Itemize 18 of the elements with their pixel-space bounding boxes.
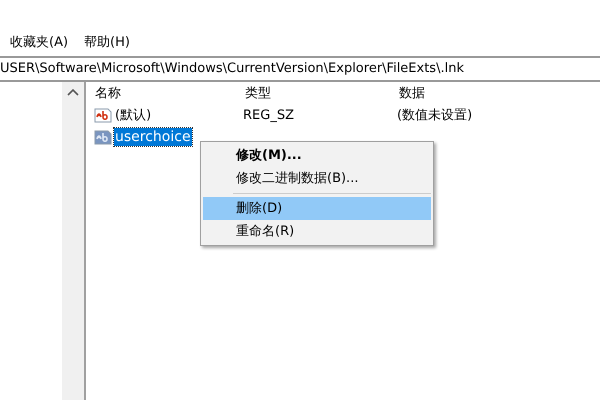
menu-item[interactable]: 收藏夹(A) [4,30,74,54]
column-header[interactable]: 数据 [398,83,426,103]
column-header[interactable]: 类型 [244,83,398,103]
scrollbar[interactable] [62,82,86,400]
address-field[interactable]: USER\Software\Microsoft\Windows\CurrentVersion\Explorer\FileExts\.lnk [0,58,600,80]
menu-item[interactable]: 帮助(H) [78,30,136,54]
column-header[interactable]: 名称 [94,83,244,103]
string-value-icon [94,107,112,123]
scroll-up-icon[interactable] [67,88,79,96]
value-name[interactable]: userchoice [114,128,192,146]
value-type: REG_SZ [242,106,295,124]
menu-item[interactable]: 删除(D) [203,197,431,220]
string-value-icon [94,129,112,145]
menu-item[interactable]: 修改二进制数据(B)... [203,167,431,190]
menu-item[interactable]: 重命名(R) [203,220,431,243]
menu-item[interactable]: 修改(M)... [203,144,431,167]
value-data: (数值未设置) [396,107,474,125]
value-name[interactable]: (默认) [114,105,152,125]
